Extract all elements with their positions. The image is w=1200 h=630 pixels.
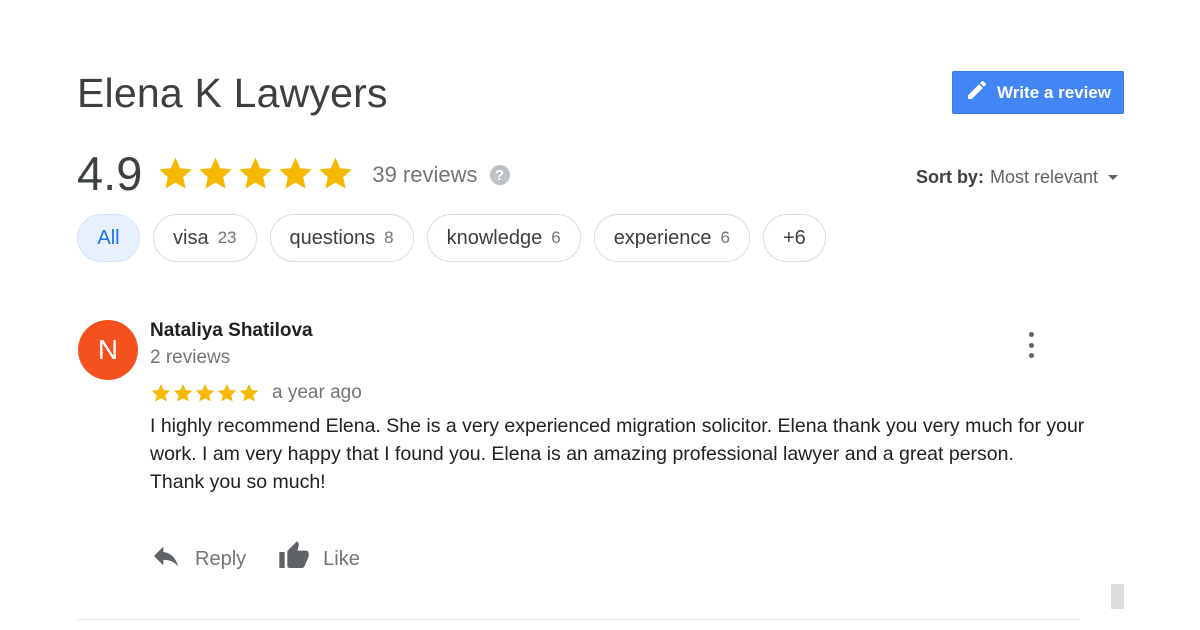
chip-label: visa bbox=[173, 226, 209, 249]
chip-label: +6 bbox=[783, 226, 806, 249]
chip-label: questions bbox=[289, 226, 376, 249]
review-paragraph: Thank you so much! bbox=[150, 471, 326, 493]
review-date: a year ago bbox=[272, 382, 362, 403]
review-count[interactable]: 39 reviews bbox=[372, 162, 477, 188]
review-actions: Reply Like bbox=[150, 540, 360, 578]
star-icon bbox=[217, 384, 237, 402]
star-icon bbox=[279, 157, 313, 189]
review-stars bbox=[150, 382, 260, 404]
chip-count: 23 bbox=[217, 228, 237, 247]
write-review-label: Write a review bbox=[996, 82, 1112, 102]
avatar[interactable]: N bbox=[78, 320, 138, 380]
star-icon bbox=[239, 157, 273, 189]
review-text: I highly recommend Elena. She is a very … bbox=[150, 412, 1110, 496]
review-author[interactable]: Nataliya Shatilova bbox=[150, 320, 313, 342]
like-button[interactable]: Like bbox=[278, 540, 360, 578]
star-icon bbox=[173, 384, 193, 402]
average-rating: 4.9 bbox=[77, 146, 143, 200]
star-icon bbox=[195, 384, 215, 402]
topic-chip-visa[interactable]: visa 23 bbox=[153, 214, 257, 262]
rating-summary: 4.9 39 reviews ? bbox=[77, 145, 510, 201]
topic-chip-knowledge[interactable]: knowledge 6 bbox=[426, 214, 581, 262]
topic-filters: All visa 23 questions 8 knowledge 6 expe… bbox=[77, 214, 826, 262]
star-icon bbox=[151, 384, 171, 402]
rating-stars bbox=[156, 154, 355, 193]
sort-dropdown[interactable]: Sort by: Most relevant bbox=[916, 167, 1118, 188]
reply-icon bbox=[150, 540, 182, 578]
topic-chip-experience[interactable]: experience 6 bbox=[593, 214, 750, 262]
reply-button[interactable]: Reply bbox=[150, 540, 246, 578]
business-title: Elena K Lawyers bbox=[77, 70, 388, 116]
topic-chip-all[interactable]: All bbox=[77, 214, 140, 262]
star-icon bbox=[159, 157, 193, 189]
author-review-count[interactable]: 2 reviews bbox=[150, 347, 230, 369]
caret-down-icon bbox=[1108, 175, 1118, 180]
chip-count: 6 bbox=[551, 228, 561, 247]
divider bbox=[77, 619, 1080, 620]
topic-chip-more[interactable]: +6 bbox=[763, 214, 826, 262]
scrollbar-thumb[interactable] bbox=[1111, 584, 1124, 609]
star-icon bbox=[199, 157, 233, 189]
thumbs-up-icon bbox=[278, 540, 310, 578]
chip-label: knowledge bbox=[446, 226, 543, 249]
chip-count: 8 bbox=[384, 228, 394, 247]
star-icon bbox=[239, 384, 259, 402]
star-icon bbox=[319, 157, 353, 189]
chip-label: All bbox=[97, 226, 120, 249]
help-icon[interactable]: ? bbox=[489, 165, 510, 185]
pencil-icon bbox=[965, 78, 989, 107]
more-options-icon[interactable] bbox=[1021, 332, 1041, 358]
sort-label: Sort by: bbox=[915, 167, 984, 187]
review-paragraph: I highly recommend Elena. She is a very … bbox=[150, 415, 1085, 465]
chip-label: experience bbox=[613, 226, 712, 249]
chip-count: 6 bbox=[720, 228, 730, 247]
like-label: Like bbox=[323, 547, 360, 570]
write-review-button[interactable]: Write a review bbox=[952, 71, 1124, 114]
review-rating-row: a year ago bbox=[150, 382, 362, 404]
topic-chip-questions[interactable]: questions 8 bbox=[269, 214, 414, 262]
reply-label: Reply bbox=[195, 547, 247, 570]
sort-value: Most relevant bbox=[989, 167, 1098, 187]
